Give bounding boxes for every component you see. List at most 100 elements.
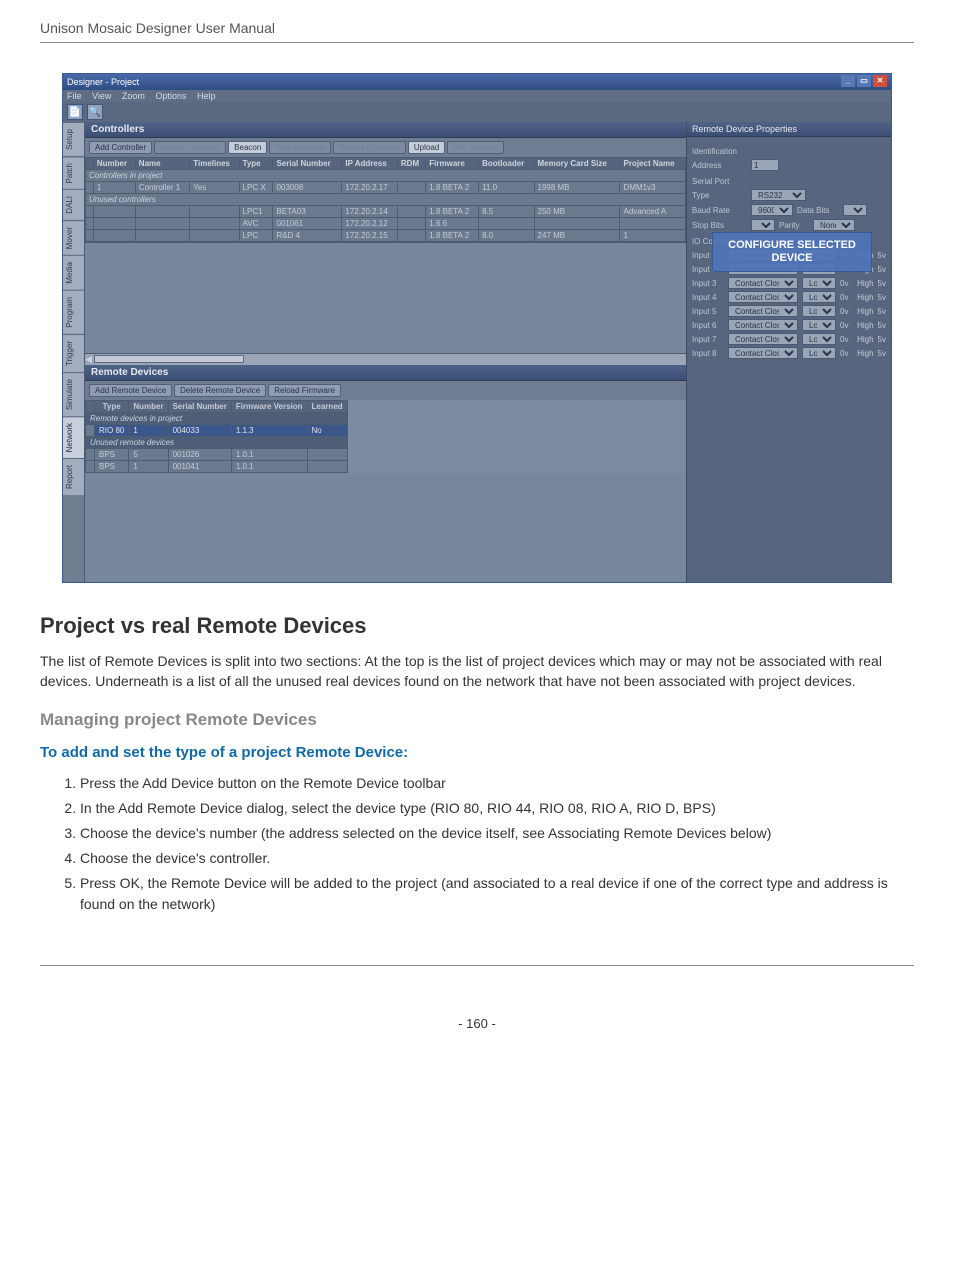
minimize-icon[interactable]: _ <box>841 75 855 87</box>
upload-button[interactable]: Upload <box>408 141 445 154</box>
maximize-icon[interactable]: ▭ <box>857 75 871 87</box>
procedure-heading: To add and set the type of a project Rem… <box>40 744 914 761</box>
io-high-val: 5v <box>878 251 886 260</box>
controllers-hscroll[interactable]: ◀ <box>85 353 686 365</box>
io-high-label: High <box>857 335 873 344</box>
baud-select[interactable]: 9600 <box>751 204 793 216</box>
io-active-select[interactable]: Low <box>802 319 836 331</box>
controllers-table[interactable]: NumberNameTimelinesTypeSerial NumberIP A… <box>85 157 686 242</box>
serial-port-label: Serial Port <box>692 177 886 186</box>
table-row[interactable]: 1Controller 1YesLPC X003008172.20.2.171.… <box>86 182 686 194</box>
menu-view[interactable]: View <box>92 91 111 101</box>
tab-dali[interactable]: DALI <box>63 189 84 220</box>
app-title: Designer - Project <box>67 74 139 90</box>
io-active-select[interactable]: Low <box>802 333 836 345</box>
io-type-select[interactable]: Contact Closure <box>728 319 798 331</box>
io-input-row: Input 8Contact ClosureLow0vHigh5v <box>692 347 886 359</box>
section-heading: Project vs real Remote Devices <box>40 613 914 639</box>
menu-options[interactable]: Options <box>155 91 186 101</box>
file-transfer-button[interactable]: File Transfer <box>447 141 503 154</box>
io-high-val: 5v <box>878 265 886 274</box>
add-remote-device-button[interactable]: Add Remote Device <box>89 384 172 397</box>
type-label: Type <box>692 191 747 200</box>
identification-label: Identification <box>692 147 886 156</box>
io-type-select[interactable]: Contact Closure <box>728 347 798 359</box>
io-input-row: Input 7Contact ClosureLow0vHigh5v <box>692 333 886 345</box>
overlay-line2: DEVICE <box>723 252 861 265</box>
io-input-label: Input 3 <box>692 279 724 288</box>
properties-header: Remote Device Properties <box>687 122 891 137</box>
tab-report[interactable]: Report <box>63 458 84 495</box>
add-controller-button[interactable]: Add Controller <box>89 141 152 154</box>
tab-setup[interactable]: Setup <box>63 122 84 156</box>
tab-simulate[interactable]: Simulate <box>63 372 84 416</box>
stopbits-select[interactable]: 1 <box>751 219 775 231</box>
menubar: File View Zoom Options Help <box>63 90 891 102</box>
web-interface-button[interactable]: Web Interface <box>269 141 331 154</box>
io-input-label: Input 7 <box>692 335 724 344</box>
io-high-label: High <box>857 293 873 302</box>
table-row[interactable]: BPS50010261.0.1 <box>86 448 348 460</box>
io-type-select[interactable]: Contact Closure <box>728 291 798 303</box>
io-active-select[interactable]: Low <box>802 305 836 317</box>
baud-label: Baud Rate <box>692 206 747 215</box>
io-active-select[interactable]: Low <box>802 277 836 289</box>
tab-network[interactable]: Network <box>63 416 84 458</box>
io-high-label: High <box>857 307 873 316</box>
procedure-step: Choose the device's controller. <box>80 848 914 869</box>
tab-program[interactable]: Program <box>63 290 84 334</box>
io-low-label: 0v <box>840 307 848 316</box>
io-high-val: 5v <box>878 307 886 316</box>
io-low-label: 0v <box>840 293 848 302</box>
procedure-steps: Press the Add Device button on the Remot… <box>80 773 914 915</box>
delete-controller-button[interactable]: Delete Controller <box>154 141 226 154</box>
subsection-heading: Managing project Remote Devices <box>40 710 914 730</box>
type-select[interactable]: RS232 <box>751 189 806 201</box>
menu-help[interactable]: Help <box>197 91 216 101</box>
io-input-row: Input 3Contact ClosureLow0vHigh5v <box>692 277 886 289</box>
io-type-select[interactable]: Contact Closure <box>728 333 798 345</box>
toolbar-icon-1[interactable]: 📄 <box>67 104 83 120</box>
section-paragraph: The list of Remote Devices is split into… <box>40 651 914 692</box>
tab-patch[interactable]: Patch <box>63 156 84 189</box>
procedure-step: Press the Add Device button on the Remot… <box>80 773 914 794</box>
side-tabs: Setup Patch DALI Mover Media Program Tri… <box>63 122 85 582</box>
doc-header: Unison Mosaic Designer User Manual <box>40 20 914 43</box>
databits-select[interactable]: 8 <box>843 204 867 216</box>
address-input[interactable] <box>751 159 779 171</box>
controllers-empty-area <box>85 242 686 353</box>
footer-rule <box>40 965 914 966</box>
procedure-step: In the Add Remote Device dialog, select … <box>80 798 914 819</box>
io-input-label: Input 8 <box>692 349 724 358</box>
remote-reload-firmware-button[interactable]: Reload Firmware <box>268 384 341 397</box>
table-row[interactable]: LPC1BETA03172.20.2.141.8 BETA 28.5250 MB… <box>86 206 686 218</box>
tab-trigger[interactable]: Trigger <box>63 334 84 372</box>
close-icon[interactable]: ✕ <box>873 75 887 87</box>
io-active-select[interactable]: Low <box>802 291 836 303</box>
procedure-step: Choose the device's number (the address … <box>80 823 914 844</box>
menu-file[interactable]: File <box>67 91 82 101</box>
page-number: - 160 - <box>40 1016 914 1031</box>
io-type-select[interactable]: Contact Closure <box>728 305 798 317</box>
tab-media[interactable]: Media <box>63 255 84 290</box>
menu-zoom[interactable]: Zoom <box>122 91 145 101</box>
address-label: Address <box>692 161 747 170</box>
table-row[interactable]: BPS10010411.0.1 <box>86 460 348 472</box>
table-row[interactable]: AVC001061172.20.2.121.6.6 <box>86 218 686 230</box>
toolbar-icon-2[interactable]: 🔍 <box>87 104 103 120</box>
tab-mover[interactable]: Mover <box>63 220 84 255</box>
table-row[interactable]: RIO 8010040331.1.3No <box>86 424 348 436</box>
io-type-select[interactable]: Contact Closure <box>728 277 798 289</box>
remote-devices-header: Remote Devices <box>85 365 686 381</box>
overlay-line1: CONFIGURE SELECTED <box>723 239 861 252</box>
reload-firmware-button[interactable]: Reload Firmware <box>333 141 406 154</box>
table-row[interactable]: LPCR&D 4172.20.2.151.8 BETA 28.0247 MB1 <box>86 230 686 242</box>
parity-select[interactable]: None <box>813 219 855 231</box>
delete-remote-device-button[interactable]: Delete Remote Device <box>174 384 266 397</box>
io-high-val: 5v <box>878 349 886 358</box>
remote-devices-table[interactable]: TypeNumberSerial NumberFirmware VersionL… <box>85 400 348 473</box>
io-high-val: 5v <box>878 335 886 344</box>
io-high-val: 5v <box>878 293 886 302</box>
io-active-select[interactable]: Low <box>802 347 836 359</box>
beacon-button[interactable]: Beacon <box>228 141 267 154</box>
